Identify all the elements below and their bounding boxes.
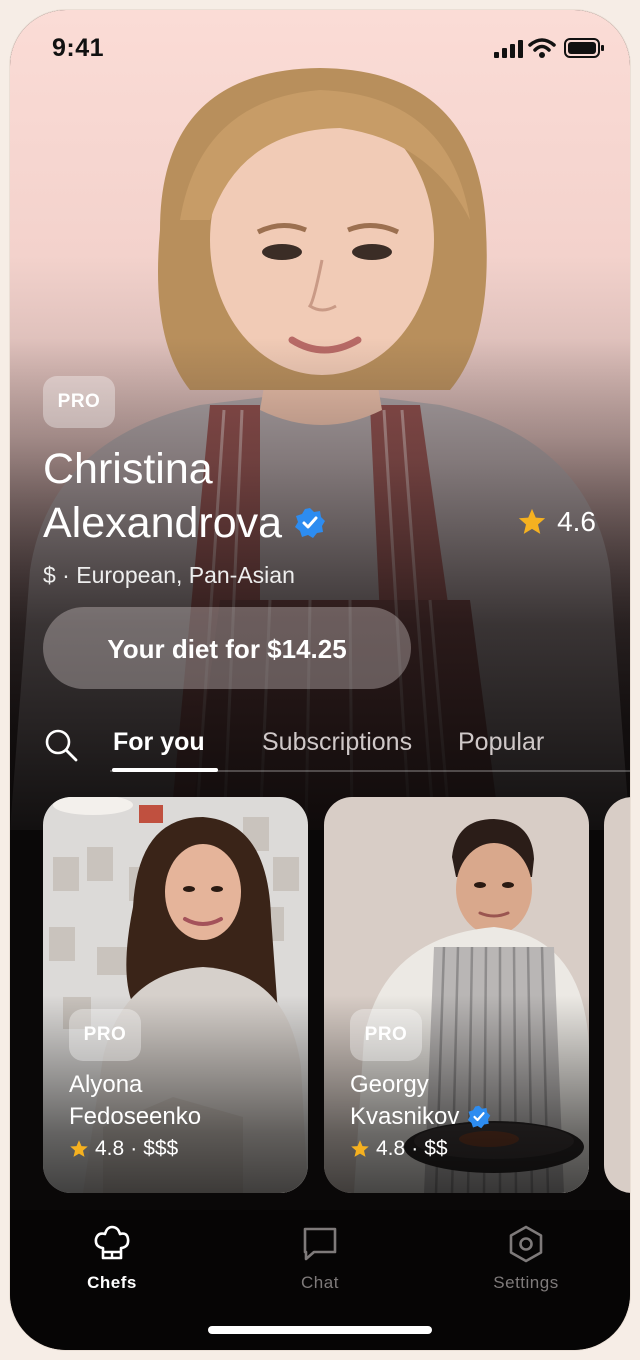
cellular-signal-icon [494, 40, 523, 58]
card-rating-value: 4.8 [95, 1137, 125, 1160]
pro-badge: PRO [350, 1009, 422, 1061]
card-chef-first-name: Alyona [69, 1071, 143, 1098]
diet-price-button[interactable]: Your diet for $14.25 [43, 607, 411, 689]
card-chef-first-name: Georgy [350, 1071, 429, 1098]
tab-subscriptions[interactable]: Subscriptions [262, 728, 412, 757]
chef-card[interactable]: PRO Alyona Fedoseenko 4.8 · $$$ [43, 797, 308, 1193]
star-icon [518, 508, 546, 534]
nav-item-chefs[interactable]: Chefs [42, 1224, 182, 1293]
card-rating-price: 4.8 · $$ [350, 1137, 448, 1161]
separator-dot: · [411, 1137, 419, 1160]
card-price-level: $$ [424, 1137, 448, 1160]
chef-card[interactable]: PRO Georgy Kvasnikov 4.8 · $$ [324, 797, 589, 1193]
card-chef-name: Georgy Kvasnikov [350, 1069, 491, 1133]
status-bar: 9:41 [10, 10, 630, 90]
search-icon[interactable] [44, 728, 78, 762]
separator-dot: · [130, 1137, 138, 1160]
nav-item-settings[interactable]: Settings [456, 1224, 596, 1293]
nav-label-chefs: Chefs [87, 1273, 137, 1292]
star-icon [70, 1140, 88, 1157]
star-icon [351, 1140, 369, 1157]
chef-name: Christina Alexandrova [43, 442, 326, 550]
battery-icon [564, 38, 604, 58]
nav-label-chat: Chat [301, 1273, 339, 1292]
chef-price-cuisine: $ · European, Pan-Asian [43, 562, 295, 588]
hero-section: 9:41 PRO Christina Alexandrova 4.6 $ · E… [10, 10, 630, 830]
active-tab-indicator [112, 768, 218, 772]
status-time: 9:41 [52, 34, 105, 62]
phone-screen: 9:41 PRO Christina Alexandrova 4.6 $ · E… [10, 10, 630, 1350]
chat-icon [303, 1227, 337, 1261]
pro-badge: PRO [69, 1009, 141, 1061]
pro-badge: PRO [43, 376, 115, 428]
chef-hat-icon [94, 1225, 130, 1260]
verified-badge-icon [295, 508, 326, 538]
card-chef-name: Alyona Fedoseenko [69, 1069, 201, 1133]
verified-badge-icon [468, 1105, 491, 1129]
chef-last-name: Alexandrova [43, 499, 283, 547]
settings-hexagon-icon [509, 1225, 543, 1263]
wifi-icon [528, 38, 556, 58]
card-gradient-overlay [43, 797, 308, 1193]
chef-rating: 4.6 [517, 506, 596, 538]
nav-label-settings: Settings [493, 1273, 559, 1292]
card-rating-value: 4.8 [376, 1137, 406, 1160]
chef-card-partial[interactable] [604, 797, 630, 1193]
card-price-level: $$$ [143, 1137, 179, 1160]
card-chef-last-name: Fedoseenko [69, 1103, 202, 1130]
tab-for-you[interactable]: For you [113, 728, 205, 757]
card-rating-price: 4.8 · $$$ [69, 1137, 178, 1161]
tab-bar: For you Subscriptions Popular [10, 714, 630, 774]
home-indicator[interactable] [208, 1326, 432, 1334]
card-chef-last-name: Kvasnikov [350, 1103, 460, 1130]
tab-popular[interactable]: Popular [458, 728, 544, 757]
chef-first-name: Christina [43, 445, 213, 493]
card-gradient-overlay [324, 797, 589, 1193]
nav-item-chat[interactable]: Chat [250, 1224, 390, 1293]
rating-value: 4.6 [557, 506, 596, 537]
